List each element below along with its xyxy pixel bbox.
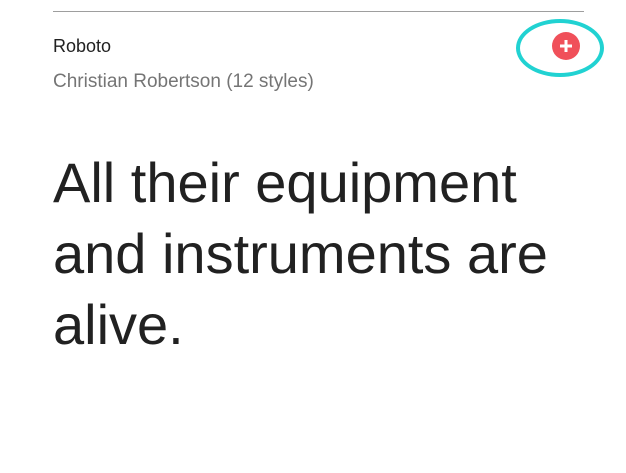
font-card: Roboto Christian Robertson (12 styles) A… — [0, 0, 626, 473]
divider — [53, 11, 584, 12]
plus-icon — [560, 40, 572, 52]
font-name[interactable]: Roboto — [53, 35, 111, 57]
add-font-button[interactable] — [552, 32, 580, 60]
font-designer-styles: Christian Robertson (12 styles) — [53, 71, 314, 92]
sample-text: All their equipment and instruments are … — [53, 151, 548, 356]
